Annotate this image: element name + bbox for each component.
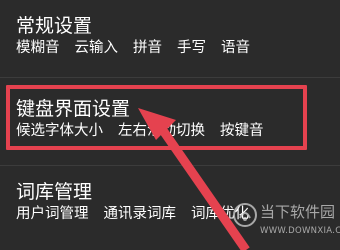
watermark-name: 当下软件园 xyxy=(260,203,336,221)
divider xyxy=(0,77,340,78)
dictionary-options: 用户词管理 通讯录词库 词库优化 xyxy=(16,205,264,223)
section-title-general[interactable]: 常规设置 xyxy=(16,14,92,38)
option-fuzzy-pinyin[interactable]: 模糊音 xyxy=(16,39,60,57)
option-pinyin[interactable]: 拼音 xyxy=(133,39,162,57)
settings-group-general[interactable]: 常规设置 模糊音 云输入 拼音 手写 语音 xyxy=(0,0,340,72)
watermark: 当下软件园 WWW.DOWNXIA.COM xyxy=(232,200,340,250)
watermark-url: WWW.DOWNXIA.COM xyxy=(260,226,340,236)
watermark-logo-icon xyxy=(233,203,257,227)
option-voice[interactable]: 语音 xyxy=(221,39,250,57)
general-options: 模糊音 云输入 拼音 手写 语音 xyxy=(16,39,265,57)
divider xyxy=(0,165,340,166)
option-handwriting[interactable]: 手写 xyxy=(177,39,206,57)
option-contacts-dictionary[interactable]: 通讯录词库 xyxy=(104,205,177,223)
highlight-box xyxy=(6,85,307,150)
option-user-words[interactable]: 用户词管理 xyxy=(16,205,89,223)
section-title-dictionary[interactable]: 词库管理 xyxy=(16,180,92,204)
option-cloud-input[interactable]: 云输入 xyxy=(75,39,119,57)
